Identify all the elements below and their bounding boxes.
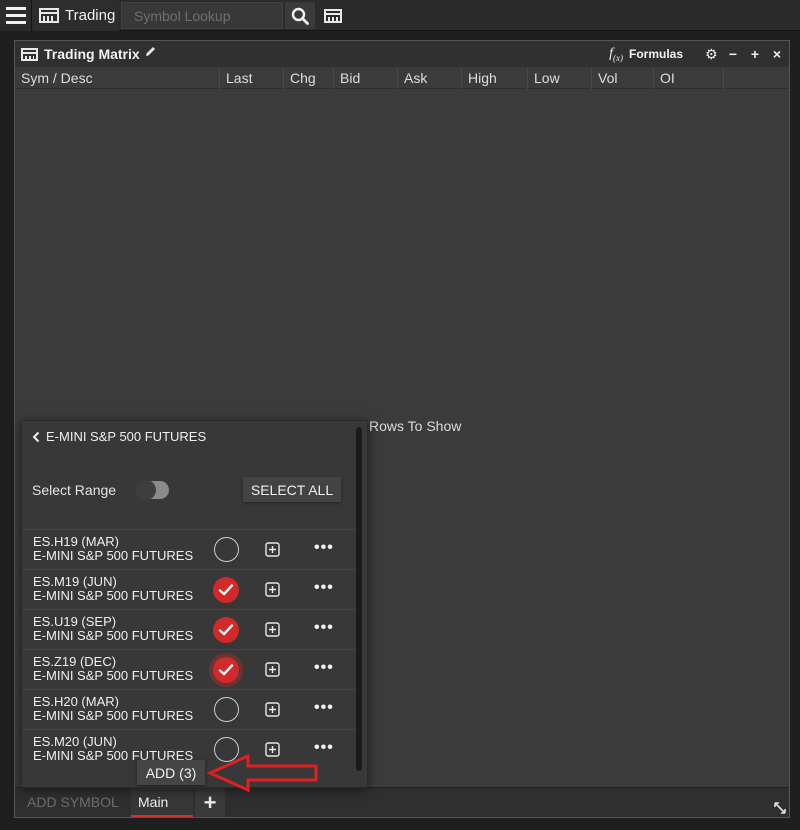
contract-description: E-MINI S&P 500 FUTURES xyxy=(33,588,194,603)
unchecked-circle-icon[interactable] xyxy=(214,697,239,722)
pencil-icon[interactable] xyxy=(144,45,157,63)
contract-list: ES.H19 (MAR) E-MINI S&P 500 FUTURES ••• … xyxy=(22,529,356,769)
top-toolbar: Trading xyxy=(0,0,800,31)
formulas-button[interactable]: Formulas xyxy=(629,47,683,61)
empty-message: Rows To Show xyxy=(369,418,462,434)
contract-description: E-MINI S&P 500 FUTURES xyxy=(33,548,194,563)
panel-header[interactable]: E-MINI S&P 500 FUTURES xyxy=(32,429,206,444)
contract-picker-panel: E-MINI S&P 500 FUTURES Select Range SELE… xyxy=(21,420,368,788)
add-selected-button[interactable]: ADD (3) xyxy=(137,760,205,785)
add-box-icon[interactable] xyxy=(265,542,280,557)
formula-icon[interactable]: f(x) xyxy=(609,46,623,63)
table-icon xyxy=(39,8,59,23)
column-header-chg[interactable]: Chg xyxy=(284,67,334,89)
select-range-toggle[interactable] xyxy=(136,480,169,500)
close-icon[interactable]: × xyxy=(771,46,783,62)
list-item[interactable]: ES.M19 (JUN) E-MINI S&P 500 FUTURES ••• xyxy=(22,569,356,609)
maximize-icon[interactable]: + xyxy=(749,46,761,62)
column-header-bid[interactable]: Bid xyxy=(334,67,398,89)
panel-scrollbar[interactable] xyxy=(356,427,362,771)
contract-symbol: ES.M19 (JUN) xyxy=(33,574,117,589)
toggle-knob xyxy=(136,480,156,500)
minimize-icon[interactable]: − xyxy=(727,46,739,62)
contract-symbol: ES.M20 (JUN) xyxy=(33,734,117,749)
column-header-sym[interactable]: Sym / Desc xyxy=(15,67,220,89)
contract-description: E-MINI S&P 500 FUTURES xyxy=(33,708,194,723)
trading-tab-label: Trading xyxy=(65,7,116,24)
list-item[interactable]: ES.H20 (MAR) E-MINI S&P 500 FUTURES ••• xyxy=(22,689,356,729)
column-header-high[interactable]: High xyxy=(462,67,528,89)
select-range-label: Select Range xyxy=(32,482,117,498)
column-header-row: Sym / Desc Last Chg Bid Ask High Low Vol… xyxy=(15,67,789,89)
column-header-low[interactable]: Low xyxy=(528,67,592,89)
column-header-vol[interactable]: Vol xyxy=(592,67,654,89)
bottom-tab-bar: ADD SYMBOL Main + xyxy=(15,787,789,817)
more-options-icon[interactable]: ••• xyxy=(314,699,334,717)
add-box-icon[interactable] xyxy=(265,702,280,717)
contract-symbol: ES.U19 (SEP) xyxy=(33,614,117,629)
symbol-lookup-input[interactable] xyxy=(121,2,283,29)
tab-main[interactable]: Main xyxy=(131,788,193,817)
add-symbol-button[interactable]: ADD SYMBOL xyxy=(27,794,119,810)
checked-circle-icon[interactable] xyxy=(213,657,239,683)
column-header-ask[interactable]: Ask xyxy=(398,67,462,89)
window-title: Trading Matrix xyxy=(44,46,140,62)
more-options-icon[interactable]: ••• xyxy=(314,619,334,637)
unchecked-circle-icon[interactable] xyxy=(214,537,239,562)
contract-description: E-MINI S&P 500 FUTURES xyxy=(33,628,194,643)
resize-icon[interactable] xyxy=(773,801,787,815)
more-options-icon[interactable]: ••• xyxy=(314,539,334,557)
table-icon xyxy=(21,47,38,61)
list-item[interactable]: ES.H19 (MAR) E-MINI S&P 500 FUTURES ••• xyxy=(22,529,356,569)
checked-circle-icon[interactable] xyxy=(213,577,239,603)
add-box-icon[interactable] xyxy=(265,662,280,677)
table-icon xyxy=(324,8,342,23)
select-all-button[interactable]: SELECT ALL xyxy=(243,477,341,502)
more-options-icon[interactable]: ••• xyxy=(314,659,334,677)
contract-symbol: ES.H19 (MAR) xyxy=(33,534,119,549)
gear-icon[interactable]: ⚙ xyxy=(705,46,718,63)
contract-symbol: ES.Z19 (DEC) xyxy=(33,654,117,669)
list-item[interactable]: ES.Z19 (DEC) E-MINI S&P 500 FUTURES ••• xyxy=(22,649,356,689)
search-icon xyxy=(291,7,309,25)
checked-circle-icon[interactable] xyxy=(213,617,239,643)
list-item[interactable]: ES.U19 (SEP) E-MINI S&P 500 FUTURES ••• xyxy=(22,609,356,649)
column-header-last[interactable]: Last xyxy=(220,67,284,89)
red-arrow-annotation xyxy=(206,753,318,793)
column-header-oi[interactable]: OI xyxy=(654,67,724,89)
contract-symbol: ES.H20 (MAR) xyxy=(33,694,119,709)
contract-description: E-MINI S&P 500 FUTURES xyxy=(33,668,194,683)
hamburger-menu-icon[interactable] xyxy=(0,0,32,31)
chevron-left-icon[interactable] xyxy=(32,431,40,443)
add-box-icon[interactable] xyxy=(265,582,280,597)
add-box-icon[interactable] xyxy=(265,622,280,637)
trading-tab[interactable]: Trading xyxy=(33,0,119,31)
new-matrix-button[interactable] xyxy=(318,2,348,29)
search-button[interactable] xyxy=(285,2,315,29)
panel-title: E-MINI S&P 500 FUTURES xyxy=(46,429,207,444)
window-header: Trading Matrix f(x) Formulas ⚙ − + × xyxy=(15,41,789,67)
more-options-icon[interactable]: ••• xyxy=(314,579,334,597)
